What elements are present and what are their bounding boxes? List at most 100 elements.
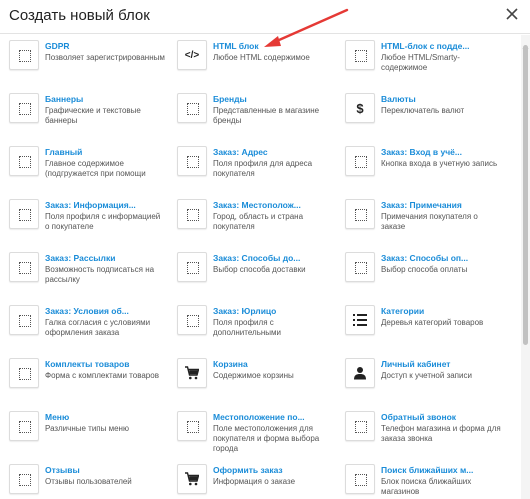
user-icon: [345, 358, 375, 388]
block-name[interactable]: Заказ: Информация...: [45, 200, 165, 210]
block-description: Примечания покупателя о заказе: [381, 212, 478, 231]
placeholder-icon: [9, 199, 39, 229]
block-item[interactable]: HTML-блок с подде... Любое HTML/Smarty-со…: [336, 37, 504, 89]
cart-icon: [177, 464, 207, 494]
block-name[interactable]: Главный: [45, 147, 165, 157]
block-item[interactable]: Местоположение по... Поле местоположения …: [168, 408, 336, 460]
block-description: Возможность подписаться на рассылку: [45, 265, 155, 284]
create-block-dialog: Создать новый блок GDPR Позволяет зарегис…: [0, 0, 530, 499]
block-name[interactable]: HTML блок: [213, 41, 333, 51]
block-name[interactable]: Местоположение по...: [213, 412, 333, 422]
block-name[interactable]: Отзывы: [45, 465, 165, 475]
placeholder-icon: [9, 146, 39, 176]
block-item[interactable]: Личный кабинет Доступ к учетной записи: [336, 355, 504, 407]
block-item[interactable]: Заказ: Способы оп... Выбор способа оплаты: [336, 249, 504, 301]
block-name[interactable]: HTML-блок с подде...: [381, 41, 501, 51]
block-description: Деревья категорий товаров: [381, 318, 484, 327]
block-description: Отзывы пользователей: [45, 477, 132, 486]
block-description: Различные типы меню: [45, 424, 129, 433]
block-name[interactable]: GDPR: [45, 41, 165, 51]
placeholder-icon: [9, 305, 39, 335]
dollar-icon: $: [345, 93, 375, 123]
block-name[interactable]: Оформить заказ: [213, 465, 333, 475]
block-item[interactable]: Заказ: Рассылки Возможность подписаться н…: [0, 249, 168, 301]
block-description: Поля профиля с дополнительными: [213, 318, 282, 337]
block-name[interactable]: Заказ: Адрес: [213, 147, 333, 157]
block-item[interactable]: Категории Деревья категорий товаров: [336, 302, 504, 354]
block-item[interactable]: Поиск ближайших м... Блок поиска ближайши…: [336, 461, 504, 499]
block-name[interactable]: Заказ: Местополож...: [213, 200, 333, 210]
block-name[interactable]: Категории: [381, 306, 501, 316]
block-description: Галка согласия с условиями оформления за…: [45, 318, 151, 337]
block-description: Выбор способа оплаты: [381, 265, 468, 274]
block-description: Доступ к учетной записи: [381, 371, 472, 380]
block-description: Поля профиля с информацией о покупателе: [45, 212, 161, 231]
block-name[interactable]: Заказ: Условия об...: [45, 306, 165, 316]
scroll-down-icon[interactable]: [521, 491, 530, 497]
block-item[interactable]: Заказ: Местополож... Город, область и стр…: [168, 196, 336, 248]
scrollbar[interactable]: [521, 35, 530, 499]
block-name[interactable]: Личный кабинет: [381, 359, 501, 369]
block-item[interactable]: Главный Главное содержимое (подгружается …: [0, 143, 168, 195]
block-item[interactable]: GDPR Позволяет зарегистрированным: [0, 37, 168, 89]
block-item[interactable]: Меню Различные типы меню: [0, 408, 168, 460]
block-description: Содержимое корзины: [213, 371, 294, 380]
block-item[interactable]: Баннеры Графические и текстовые баннеры: [0, 90, 168, 142]
block-name[interactable]: Заказ: Юрлицо: [213, 306, 333, 316]
block-description: Любое HTML содержимое: [213, 53, 310, 62]
placeholder-icon: [345, 40, 375, 70]
block-item[interactable]: Заказ: Адрес Поля профиля для адреса поку…: [168, 143, 336, 195]
block-item[interactable]: Заказ: Условия об... Галка согласия с усл…: [0, 302, 168, 354]
block-description: Графические и текстовые баннеры: [45, 106, 141, 125]
block-grid: GDPR Позволяет зарегистрированным </> HTML …: [0, 35, 520, 499]
placeholder-icon: [345, 464, 375, 494]
block-item[interactable]: Отзывы Отзывы пользователей: [0, 461, 168, 499]
placeholder-icon: [345, 411, 375, 441]
placeholder-icon: [9, 358, 39, 388]
placeholder-icon: [9, 411, 39, 441]
placeholder-icon: [177, 252, 207, 282]
placeholder-icon: [177, 411, 207, 441]
block-description: Поля профиля для адреса покупателя: [213, 159, 313, 178]
block-name[interactable]: Меню: [45, 412, 165, 422]
block-name[interactable]: Заказ: Вход в учё...: [381, 147, 501, 157]
cart-icon: [177, 358, 207, 388]
block-name[interactable]: Комплекты товаров: [45, 359, 165, 369]
placeholder-icon: [9, 93, 39, 123]
block-item[interactable]: Обратный звонок Телефон магазина и форма …: [336, 408, 504, 460]
block-item[interactable]: $ Валюты Переключатель валют: [336, 90, 504, 142]
scroll-up-icon[interactable]: [521, 37, 530, 49]
block-description: Выбор способа доставки: [213, 265, 306, 274]
close-icon[interactable]: [504, 6, 520, 22]
block-item[interactable]: </> HTML блок Любое HTML содержимое: [168, 37, 336, 89]
block-description: Форма с комплектами товаров: [45, 371, 159, 380]
block-item[interactable]: Заказ: Информация... Поля профиля с инфор…: [0, 196, 168, 248]
block-name[interactable]: Бренды: [213, 94, 333, 104]
block-item[interactable]: Комплекты товаров Форма с комплектами тов…: [0, 355, 168, 407]
placeholder-icon: [9, 252, 39, 282]
block-name[interactable]: Заказ: Способы до...: [213, 253, 333, 263]
block-item[interactable]: Заказ: Способы до... Выбор способа достав…: [168, 249, 336, 301]
block-name[interactable]: Заказ: Примечания: [381, 200, 501, 210]
block-description: Переключатель валют: [381, 106, 465, 115]
block-item[interactable]: Заказ: Вход в учё... Кнопка входа в учетн…: [336, 143, 504, 195]
scrollbar-thumb[interactable]: [523, 45, 528, 345]
block-item[interactable]: Бренды Представленные в магазине бренды: [168, 90, 336, 142]
block-name[interactable]: Заказ: Рассылки: [45, 253, 165, 263]
block-item[interactable]: Заказ: Примечания Примечания покупателя о…: [336, 196, 504, 248]
block-name[interactable]: Обратный звонок: [381, 412, 501, 422]
block-name[interactable]: Валюты: [381, 94, 501, 104]
block-description: Позволяет зарегистрированным: [45, 53, 165, 62]
block-item[interactable]: Заказ: Юрлицо Поля профиля с дополнительн…: [168, 302, 336, 354]
placeholder-icon: [9, 40, 39, 70]
block-name[interactable]: Корзина: [213, 359, 333, 369]
block-description: Город, область и страна покупателя: [213, 212, 304, 231]
placeholder-icon: [177, 199, 207, 229]
block-name[interactable]: Заказ: Способы оп...: [381, 253, 501, 263]
block-item[interactable]: Корзина Содержимое корзины: [168, 355, 336, 407]
block-name[interactable]: Поиск ближайших м...: [381, 465, 501, 475]
block-item[interactable]: Оформить заказ Информация о заказе: [168, 461, 336, 499]
block-name[interactable]: Баннеры: [45, 94, 165, 104]
placeholder-icon: [177, 305, 207, 335]
code-icon: </>: [177, 40, 207, 70]
